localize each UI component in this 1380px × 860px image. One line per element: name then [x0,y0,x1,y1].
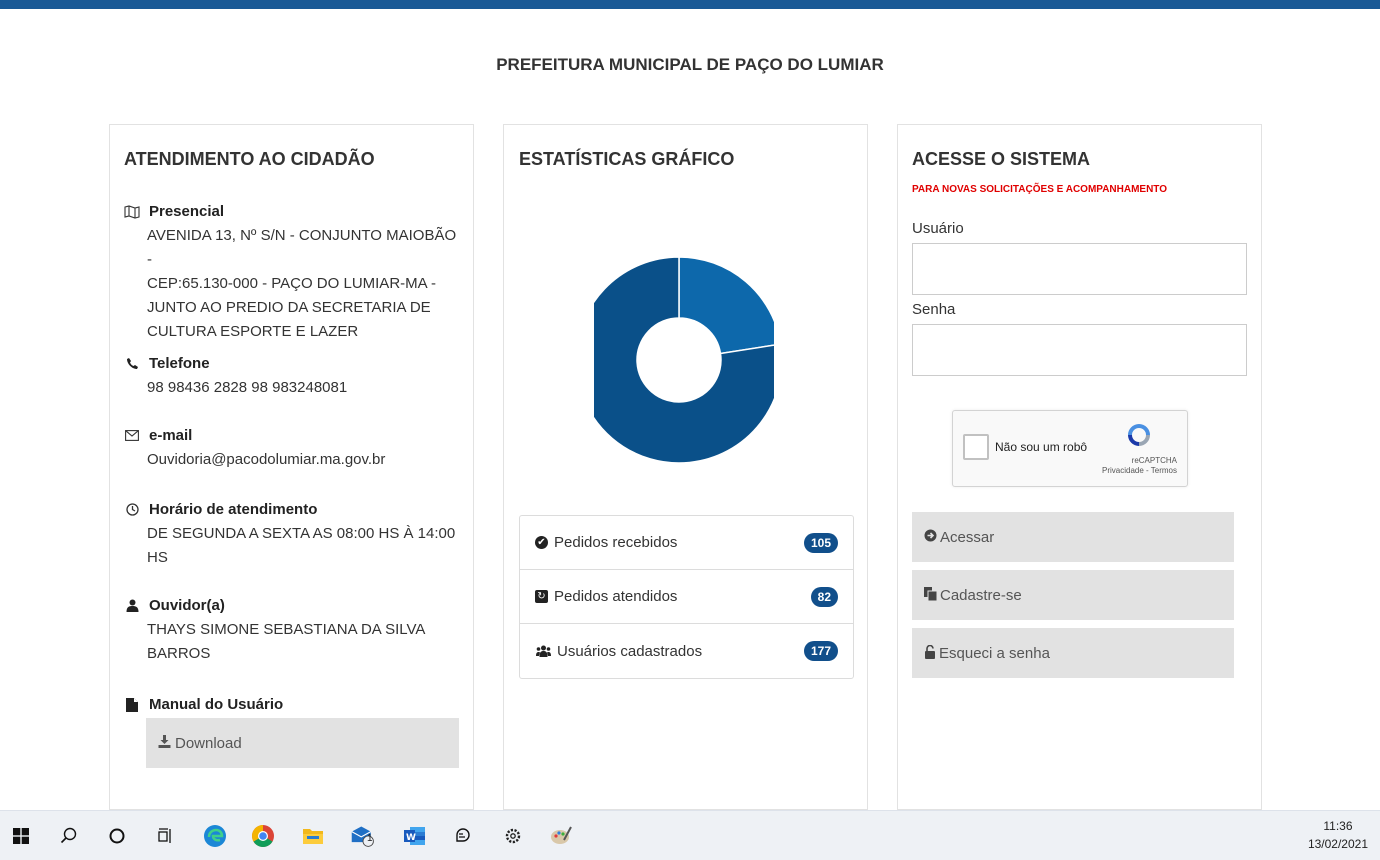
recaptcha-label: Não sou um robô [995,440,1088,454]
file-explorer-icon[interactable] [300,823,326,849]
windows-taskbar: 1 W 11:36 13/02/2021 [0,810,1380,860]
user-icon [124,598,140,614]
info-horario: Horário de atendimento DE SEGUNDA A SEXT… [124,501,464,570]
ombudsman-name: BARROS [147,645,211,662]
download-label: Download [175,734,242,752]
settings-gear-icon[interactable] [500,823,526,849]
users-icon [535,645,551,658]
stat-label: Pedidos recebidos [554,534,678,551]
login-subtitle: PARA NOVAS SOLICITAÇÕES E ACOMPANHAMENTO [912,184,1168,195]
password-label: Senha [912,301,956,318]
statistics-list: ✔ Pedidos recebidos 105 ↻ Pedidos atendi… [519,515,854,679]
clock-time: 11:36 [1323,819,1353,833]
recaptcha-brand: reCAPTCHA Privacidade - Termos [1102,456,1177,476]
forgot-password-label: Esqueci a senha [939,644,1050,662]
info-heading: Presencial [149,203,225,220]
register-button-label: Cadastre-se [940,586,1022,604]
email-address: Ouvidoria@pacodolumiar.ma.gov.br [147,451,386,468]
stat-count-badge: 105 [803,532,838,553]
address-line: CEP:65.130-000 - PAÇO DO LUMIAR-MA - [147,275,436,292]
phone-icon [124,356,140,372]
arrow-circle-right-icon [924,529,937,545]
stat-count-badge: 82 [810,586,838,607]
info-email: e-mail Ouvidoria@pacodolumiar.ma.gov.br [124,427,464,472]
recaptcha-brand-name: reCAPTCHA [1131,456,1177,465]
top-accent-bar [0,0,1380,9]
register-button[interactable]: Cadastre-se [912,570,1234,620]
envelope-icon [124,428,140,444]
ombudsman-name: THAYS SIMONE SEBASTIANA DA SILVA [147,621,426,638]
address-line: JUNTO AO PREDIO DA SECRETARIA DE [147,299,431,316]
info-heading: e-mail [149,427,193,444]
panel-title: ATENDIMENTO AO CIDADÃO [124,149,375,169]
reply-square-icon: ↻ [535,590,548,603]
stat-count-badge: 177 [803,641,838,661]
statistics-donut-chart [594,256,774,464]
download-icon [158,735,171,751]
username-input[interactable] [912,243,1247,295]
citizen-service-panel: ATENDIMENTO AO CIDADÃO Presencial AVENID… [109,124,474,810]
copy-icon [924,586,938,604]
phone-numbers: 98 98436 2828 98 983248081 [147,379,348,396]
info-manual: Manual do Usuário [124,696,464,713]
stat-label: Usuários cadastrados [557,642,703,660]
hours-line: DE SEGUNDA A SEXTA AS 08:00 HS À 14:00 [147,525,456,542]
edge-browser-icon[interactable] [202,823,228,849]
cortana-icon[interactable] [104,823,130,849]
info-heading: Telefone [149,355,210,372]
hours-line: HS [147,549,168,566]
mail-badge: 1 [367,833,373,844]
word-icon[interactable]: W [402,823,428,849]
address-line: AVENIDA 13, Nº S/N - CONJUNTO MAIOBÃO - [147,227,457,268]
stat-label: Pedidos atendidos [554,588,678,605]
check-circle-icon: ✔ [535,536,548,549]
forgot-password-button[interactable]: Esqueci a senha [912,628,1234,678]
password-input[interactable] [912,324,1247,376]
file-icon [124,697,140,713]
chrome-browser-icon[interactable] [250,823,276,849]
download-button[interactable]: Download [146,718,459,768]
windows-start-icon[interactable] [8,823,34,849]
svg-text:W: W [406,833,416,843]
system-clock[interactable]: 11:36 13/02/2021 [1308,817,1368,853]
recaptcha-links[interactable]: Privacidade - Termos [1102,466,1177,476]
stat-pedidos-atendidos: ↻ Pedidos atendidos 82 [520,570,853,624]
donut-slice [678,256,774,355]
login-button-label: Acessar [940,528,995,546]
address-line: CULTURA ESPORTE E LAZER [147,323,359,340]
info-telefone: Telefone 98 98436 2828 98 983248081 [124,355,464,400]
statistics-panel: ESTATÍSTICAS GRÁFICO ✔ Pedidos recebidos… [503,124,868,810]
recaptcha-logo-icon [1128,424,1150,446]
info-heading: Manual do Usuário [149,696,284,713]
feedback-hub-icon[interactable] [450,823,476,849]
unlock-icon [924,644,936,662]
panel-title: ESTATÍSTICAS GRÁFICO [519,149,735,169]
recaptcha-checkbox[interactable] [963,434,989,460]
clock-icon [124,502,140,518]
info-presencial: Presencial AVENIDA 13, Nº S/N - CONJUNTO… [124,203,464,344]
info-heading: Ouvidor(a) [149,597,225,614]
map-icon [124,204,140,220]
login-panel: ACESSE O SISTEMA PARA NOVAS SOLICITAÇÕES… [897,124,1262,810]
task-view-icon[interactable] [152,823,178,849]
login-button[interactable]: Acessar [912,512,1234,562]
stat-usuarios-cadastrados: Usuários cadastrados 177 [520,624,853,678]
search-icon[interactable] [56,823,82,849]
info-ouvidor: Ouvidor(a) THAYS SIMONE SEBASTIANA DA SI… [124,597,464,666]
recaptcha-widget: Não sou um robô reCAPTCHA Privacidade - … [952,410,1188,487]
username-label: Usuário [912,220,964,237]
stat-pedidos-recebidos: ✔ Pedidos recebidos 105 [520,516,853,570]
panel-title: ACESSE O SISTEMA [912,149,1091,169]
clock-date: 13/02/2021 [1307,837,1368,851]
mail-icon[interactable]: 1 [350,823,376,849]
page-title: PREFEITURA MUNICIPAL DE PAÇO DO LUMIAR [496,55,884,74]
info-heading: Horário de atendimento [149,501,318,518]
paint-icon[interactable] [548,823,574,849]
